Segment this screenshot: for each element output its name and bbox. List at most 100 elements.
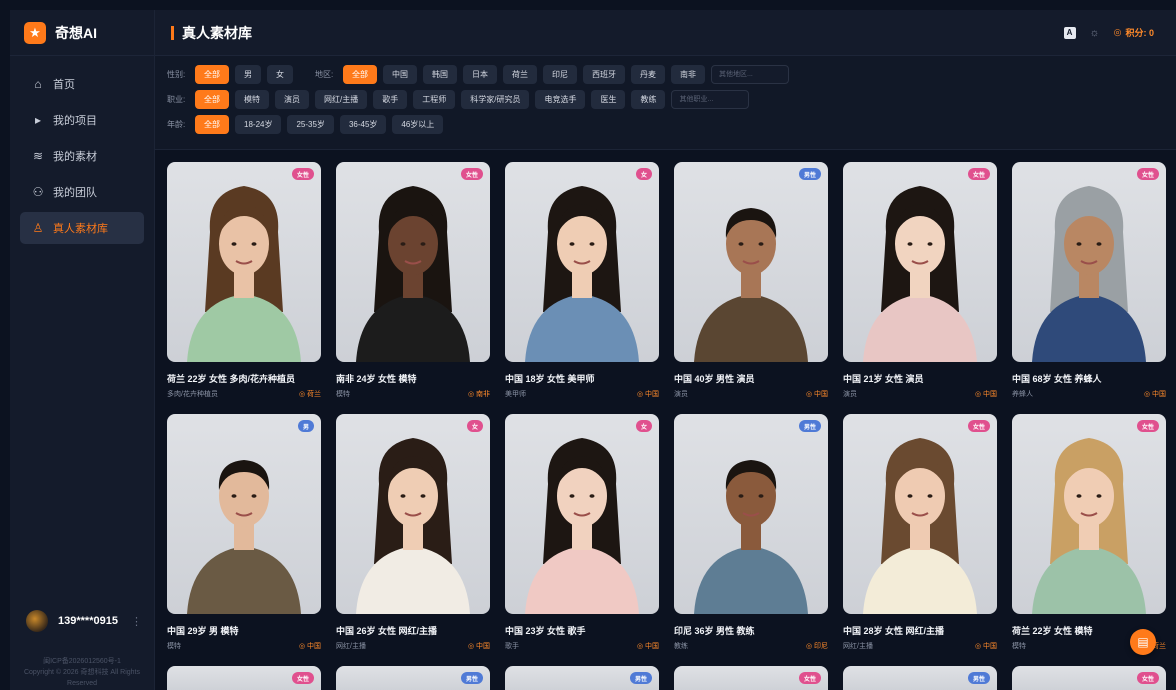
theme-toggle-icon[interactable]: ☼ (1090, 27, 1100, 39)
filter-age-chip[interactable]: 25-35岁 (287, 114, 334, 134)
filter-region-input[interactable] (711, 64, 789, 84)
card-photo[interactable]: 男性 (505, 666, 659, 690)
filter-job-chip[interactable]: 演员 (275, 89, 309, 109)
card-photo[interactable]: 女性 (843, 162, 997, 362)
material-card[interactable]: 女中国 18岁 女性 美甲师 美甲师 ◎ 中国 (505, 162, 659, 399)
material-card[interactable]: 男性 中国 40岁 男性 演员 演员 ◎ 中国 (674, 162, 828, 399)
card-photo[interactable]: 女性 (167, 162, 321, 362)
card-photo[interactable]: 女 (505, 162, 659, 362)
card-photo[interactable]: 男性 (843, 666, 997, 690)
logo[interactable]: ★ 奇想AI (10, 10, 154, 56)
filter-age-chip[interactable]: 36-45岁 (339, 114, 387, 134)
card-photo[interactable]: 男 (167, 414, 321, 614)
sidebar-item-0[interactable]: ⌂ 首页 (20, 68, 144, 100)
filter-region-chip[interactable]: 中国 (383, 64, 417, 84)
avatar[interactable] (26, 610, 48, 632)
filter-age-chip[interactable]: 18-24岁 (235, 114, 282, 134)
filter-job-chip[interactable]: 模特 (235, 89, 269, 109)
filter-job-chip[interactable]: 网红/主播 (315, 89, 368, 109)
card-photo[interactable]: 女性 (674, 666, 828, 690)
more-vertical-icon[interactable]: ⋮ (131, 615, 142, 628)
card-photo[interactable]: 女 (505, 414, 659, 614)
card-photo[interactable]: 男性 (674, 414, 828, 614)
filter-age-chip[interactable]: 46岁以上 (392, 114, 444, 134)
material-card[interactable]: 男性 (505, 666, 659, 690)
filter-region-chip[interactable]: 印尼 (543, 64, 577, 84)
sidebar-item-1[interactable]: ▸ 我的项目 (20, 104, 144, 136)
filter-label-job: 职业: (167, 94, 186, 104)
portrait-photo (356, 186, 470, 362)
material-card[interactable]: 男性 (843, 666, 997, 690)
sidebar-item-label: 首页 (53, 79, 75, 91)
material-card[interactable]: 女性荷兰 22岁 女性 多肉/花卉种植员多肉/花卉种植员 ◎ 荷兰 (167, 162, 321, 399)
card-photo[interactable]: 女 (336, 414, 490, 614)
gender-badge: 女性 (460, 168, 483, 180)
user-profile[interactable]: 139****0915 ⋮ (10, 606, 154, 636)
card-location: ◎ 中国 (806, 389, 828, 399)
card-photo[interactable]: 女性 (1012, 162, 1166, 362)
filter-age-chip[interactable]: 全部 (195, 114, 229, 134)
filter-gender-chip[interactable]: 男 (235, 64, 261, 84)
card-photo[interactable]: 女性 (843, 414, 997, 614)
gender-badge: 女性 (798, 672, 821, 684)
filter-region-chip[interactable]: 日本 (463, 64, 497, 84)
card-meta: 演员 ◎ 中国 (843, 389, 997, 399)
card-photo[interactable]: 男性 (336, 666, 490, 690)
filter-job-chip[interactable]: 教练 (631, 89, 666, 109)
material-card[interactable]: 女性 (167, 666, 321, 690)
material-card[interactable]: 女中国 23岁 女性 歌手 歌手 ◎ 中国 (505, 414, 659, 651)
card-location: ◎ 中国 (637, 389, 659, 399)
material-card[interactable]: 男性 (336, 666, 490, 690)
card-photo[interactable]: 女性 (1012, 414, 1166, 614)
card-meta: 演员 ◎ 中国 (674, 389, 828, 399)
filter-region-chip[interactable]: 韩国 (423, 64, 457, 84)
material-card[interactable]: 女中国 26岁 女性 网红/主播 网红/主播 ◎ 中国 (336, 414, 490, 651)
translate-icon[interactable]: A (1063, 26, 1076, 39)
clipboard-button[interactable]: ▤ (1130, 629, 1156, 655)
card-meta: 多肉/花卉种植员 ◎ 荷兰 (167, 389, 321, 399)
material-card[interactable]: 女性 (1012, 666, 1166, 690)
filter-job-chip[interactable]: 电竞选手 (535, 89, 586, 109)
filter-job-chip[interactable]: 科学家/研究员 (461, 89, 530, 109)
filter-job-chip[interactable]: 医生 (591, 89, 626, 109)
material-card[interactable]: 男中国 29岁 男 模特 模特 ◎ 中国 (167, 414, 321, 651)
material-card[interactable]: 女性荷兰 22岁 女性 模特模特◎ 荷兰 (1012, 414, 1166, 651)
card-photo[interactable]: 男性 (674, 162, 828, 362)
card-title: 荷兰 22岁 女性 多肉/花卉种植员 (167, 374, 296, 384)
material-card[interactable]: 女性 南非 24岁 女性 模特 模特 ◎ 南非 (336, 162, 490, 399)
icp-number[interactable]: 闽ICP备2026012560号-1 (14, 656, 150, 667)
card-photo[interactable]: 女性 (336, 162, 490, 362)
material-card[interactable]: 女性 中国 68岁 女性 养蜂人 养蜂人 ◎ 中国 (1012, 162, 1166, 399)
filter-region-chip[interactable]: 西班牙 (583, 64, 625, 84)
filter-region-chip[interactable]: 南非 (671, 64, 705, 84)
material-card[interactable]: 女性中国 21岁 女性 演员演员 ◎ 中国 (843, 162, 997, 399)
filter-gender-chip[interactable]: 女 (267, 64, 293, 84)
filter-region-chip[interactable]: 丹麦 (631, 64, 665, 84)
card-photo[interactable]: 女性 (167, 666, 321, 690)
filter-job-chip[interactable]: 全部 (195, 89, 229, 109)
material-card[interactable]: 女性 中国 28岁 女性 网红/主播 网红/主播 ◎ 中国 (843, 414, 997, 651)
sidebar-item-4[interactable]: ♙ 真人素材库 (20, 212, 144, 244)
card-location: ◎ 中国 (1144, 389, 1166, 399)
points-display[interactable]: ◎ 积分: 0 (1114, 26, 1154, 39)
sidebar-item-2[interactable]: ≋ 我的素材 (20, 140, 144, 172)
filter-job-chip[interactable]: 工程师 (413, 89, 456, 109)
card-photo[interactable]: 女性 (1012, 666, 1166, 690)
material-card[interactable]: 男性 印尼 36岁 男性 教练 教练 ◎ 印尼 (674, 414, 828, 651)
location-pin-icon: ◎ (298, 391, 307, 398)
filter-job-input[interactable] (671, 89, 750, 109)
material-card[interactable]: 女性 (674, 666, 828, 690)
filter-row-age: 年龄: 全部 18-24岁 25-35岁 36-45岁 46岁以上 (167, 114, 1176, 134)
location-pin-icon: ◎ (467, 643, 476, 650)
card-title: 南非 24岁 女性 模特 (336, 374, 417, 384)
filter-region-chip[interactable]: 荷兰 (503, 64, 537, 84)
sidebar-item-3[interactable]: ⚇ 我的团队 (20, 176, 144, 208)
filter-region-chip[interactable]: 全部 (343, 64, 377, 84)
card-title: 中国 21岁 女性 演员 (843, 374, 924, 384)
filter-gender-chip[interactable]: 全部 (195, 64, 229, 84)
copyright: Copyright © 2026 奇想科技 All Rights Reserve… (23, 669, 141, 687)
footer-info: 闽ICP备2026012560号-1 Copyright © 2026 奇想科技… (10, 656, 154, 689)
filter-label-region: 地区: (315, 69, 334, 79)
portrait-photo (1032, 186, 1146, 362)
filter-job-chip[interactable]: 歌手 (373, 89, 408, 109)
